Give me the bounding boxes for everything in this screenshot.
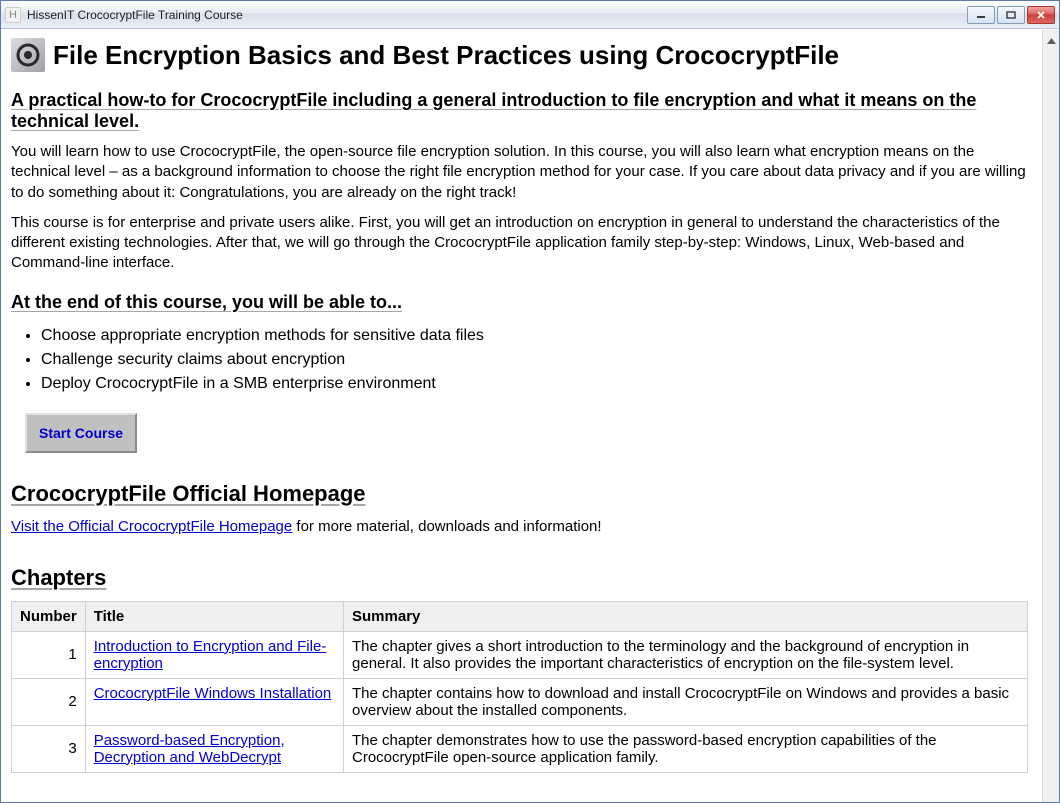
col-number: Number [12, 601, 86, 631]
list-item: Choose appropriate encryption methods fo… [41, 327, 1028, 345]
chapter-number: 1 [12, 631, 86, 678]
chapter-link[interactable]: Password-based Encryption, Decryption an… [94, 732, 285, 766]
app-window: H HissenIT CrococryptFile Training Cours… [0, 0, 1060, 803]
chapter-title-cell: CrococryptFile Windows Installation [85, 678, 343, 725]
list-item: Challenge security claims about encrypti… [41, 351, 1028, 369]
chapter-title-cell: Password-based Encryption, Decryption an… [85, 725, 343, 772]
close-button[interactable] [1027, 6, 1055, 24]
vertical-scrollbar[interactable] [1042, 30, 1059, 802]
outcomes-heading: At the end of this course, you will be a… [11, 292, 1028, 313]
chapter-link[interactable]: Introduction to Encryption and File-encr… [94, 638, 327, 672]
course-logo-icon [11, 38, 45, 72]
chapter-summary: The chapter contains how to download and… [344, 678, 1028, 725]
chapter-summary: The chapter gives a short introduction t… [344, 631, 1028, 678]
page-title: File Encryption Basics and Best Practice… [11, 38, 1028, 72]
maximize-button[interactable] [997, 6, 1025, 24]
chapter-link[interactable]: CrococryptFile Windows Installation [94, 685, 332, 702]
outcomes-list: Choose appropriate encryption methods fo… [41, 327, 1028, 393]
chapters-table: Number Title Summary 1 Introduction to E… [11, 601, 1028, 773]
table-row: 1 Introduction to Encryption and File-en… [12, 631, 1028, 678]
intro-para-1: You will learn how to use CrococryptFile… [11, 142, 1028, 203]
start-course-button[interactable]: Start Course [25, 413, 137, 453]
subtitle: A practical how-to for CrococryptFile in… [11, 90, 1028, 132]
col-summary: Summary [344, 601, 1028, 631]
minimize-button[interactable] [967, 6, 995, 24]
table-header-row: Number Title Summary [12, 601, 1028, 631]
chapter-summary: The chapter demonstrates how to use the … [344, 725, 1028, 772]
homepage-tail: for more material, downloads and informa… [292, 518, 601, 535]
homepage-heading: CrococryptFile Official Homepage [11, 481, 1028, 507]
content-wrap: File Encryption Basics and Best Practice… [1, 29, 1059, 802]
window-controls [967, 6, 1055, 24]
chapter-title-cell: Introduction to Encryption and File-encr… [85, 631, 343, 678]
col-title: Title [85, 601, 343, 631]
table-row: 2 CrococryptFile Windows Installation Th… [12, 678, 1028, 725]
chapter-number: 3 [12, 725, 86, 772]
list-item: Deploy CrococryptFile in a SMB enterpris… [41, 375, 1028, 393]
titlebar: H HissenIT CrococryptFile Training Cours… [1, 1, 1059, 29]
homepage-line: Visit the Official CrococryptFile Homepa… [11, 517, 1028, 537]
window-title: HissenIT CrococryptFile Training Course [27, 8, 967, 22]
page-content: File Encryption Basics and Best Practice… [1, 30, 1042, 802]
table-row: 3 Password-based Encryption, Decryption … [12, 725, 1028, 772]
scroll-up-icon[interactable] [1044, 32, 1059, 49]
page-title-text: File Encryption Basics and Best Practice… [53, 40, 839, 71]
app-icon: H [5, 7, 21, 23]
chapters-heading: Chapters [11, 565, 1028, 591]
homepage-link[interactable]: Visit the Official CrococryptFile Homepa… [11, 518, 292, 535]
chapter-number: 2 [12, 678, 86, 725]
intro-para-2: This course is for enterprise and privat… [11, 213, 1028, 274]
